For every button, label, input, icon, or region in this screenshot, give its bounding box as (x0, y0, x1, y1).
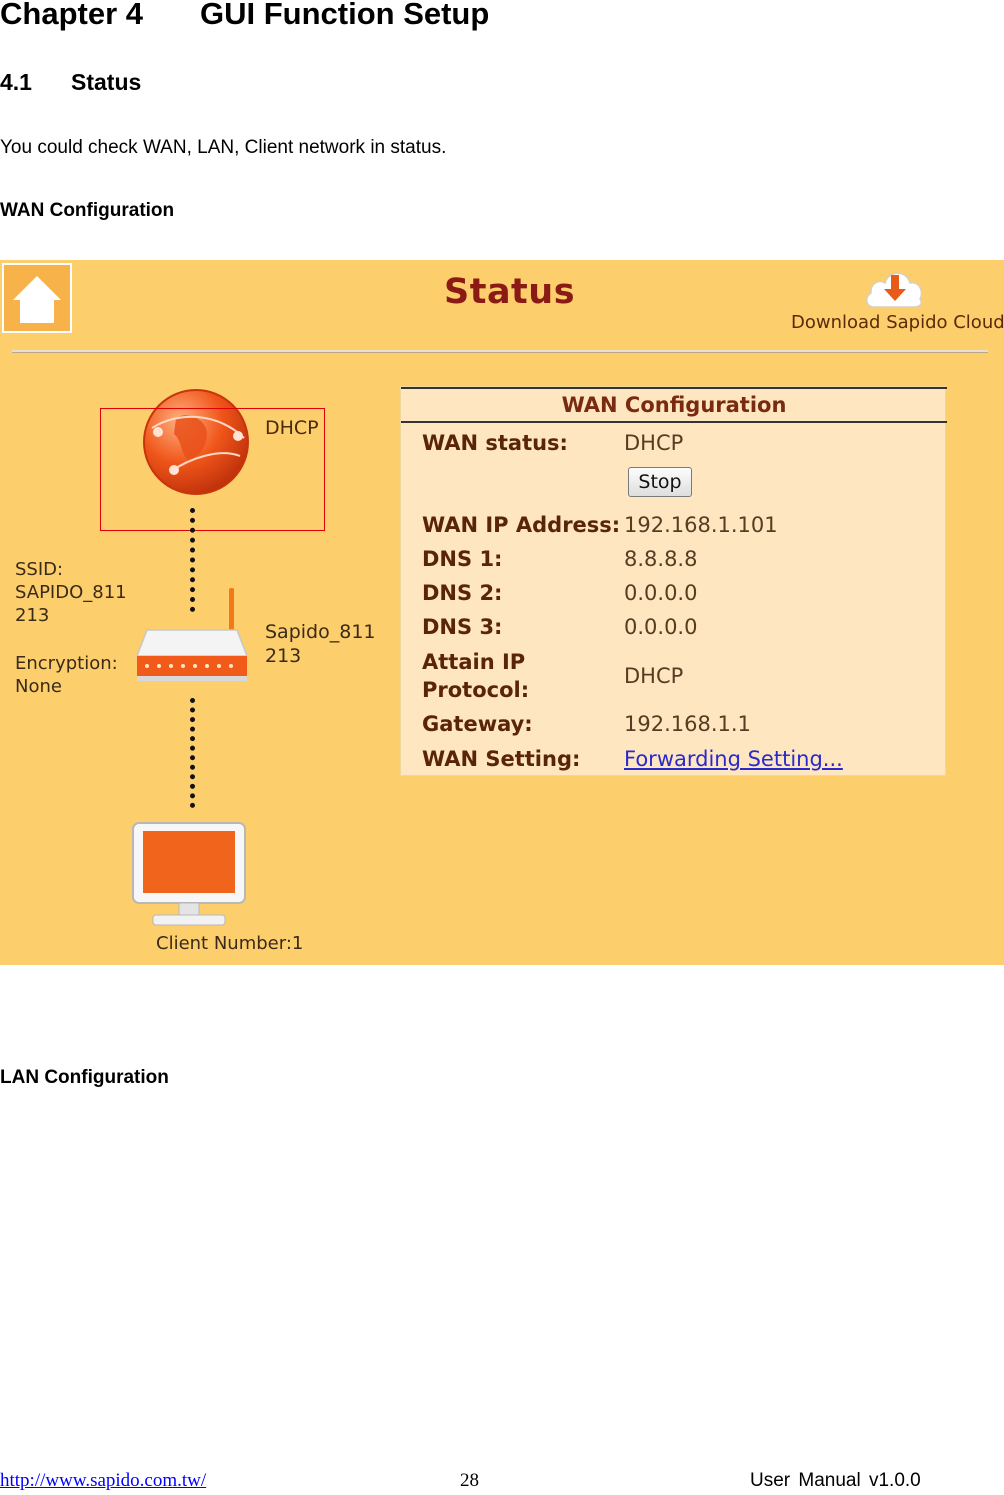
section-heading: 4.1 Status (0, 69, 141, 96)
wan-ip-label: WAN IP Address: (422, 513, 621, 537)
wan-panel-heading: WAN Configuration (401, 387, 947, 423)
wan-configuration-heading: WAN Configuration (0, 200, 175, 221)
dns1-value: 8.8.8.8 (624, 547, 698, 571)
manual-version: User Manual v1.0.0 (750, 1470, 921, 1491)
attain-ip-protocol-value: DHCP (624, 664, 684, 688)
internet-mode-label: DHCP (265, 417, 319, 439)
ssid-label: SSID: (15, 559, 64, 580)
chapter-heading: Chapter 4 GUI Function Setup (0, 0, 489, 32)
download-cloud-link[interactable]: Download Sapido Cloud (791, 312, 1004, 333)
divider (12, 350, 988, 353)
status-screenshot: Status Download Sapido Cloud DHCP SSID: … (0, 260, 1004, 965)
encryption-value: None (15, 676, 62, 697)
wan-configuration-panel: WAN Configuration WAN status: DHCP Stop … (400, 386, 947, 776)
client-monitor-icon (132, 822, 246, 926)
dns1-label: DNS 1: (422, 547, 503, 571)
home-button[interactable] (2, 263, 72, 333)
intro-paragraph: You could check WAN, LAN, Client network… (0, 137, 447, 158)
chapter-number: Chapter 4 (0, 0, 143, 31)
ssid-value: SAPIDO_811 213 (15, 582, 127, 626)
client-number: Client Number:1 (156, 933, 304, 954)
gateway-value: 192.168.1.1 (624, 712, 751, 736)
wan-status-value: DHCP (624, 431, 684, 455)
dns3-value: 0.0.0.0 (624, 615, 698, 639)
dns3-label: DNS 3: (422, 615, 503, 639)
section-number: 4.1 (0, 69, 32, 95)
section-title: Status (71, 69, 142, 95)
chapter-title: GUI Function Setup (200, 0, 490, 31)
dns2-value: 0.0.0.0 (624, 581, 698, 605)
stop-button[interactable]: Stop (628, 467, 692, 497)
wan-ip-value: 192.168.1.101 (624, 513, 778, 537)
dns2-label: DNS 2: (422, 581, 503, 605)
wan-setting-label: WAN Setting: (422, 747, 581, 771)
cloud-download-icon[interactable] (864, 261, 926, 311)
encryption-label: Encryption: (15, 653, 118, 674)
wan-status-label: WAN status: (422, 431, 568, 455)
gateway-label: Gateway: (422, 712, 533, 736)
attain-ip-protocol-label: Attain IP Protocol: (422, 650, 530, 702)
page-number: 28 (460, 1470, 479, 1491)
page-title: Status (444, 272, 576, 312)
router-name: Sapido_811 213 (265, 621, 376, 667)
home-icon (13, 276, 61, 323)
connection-line-bottom (190, 698, 200, 808)
router-icon (135, 588, 249, 681)
forwarding-setting-link[interactable]: Forwarding Setting... (624, 745, 843, 773)
footer-website-link[interactable]: http://www.sapido.com.tw/ (0, 1470, 206, 1492)
lan-configuration-heading: LAN Configuration (0, 1067, 169, 1088)
